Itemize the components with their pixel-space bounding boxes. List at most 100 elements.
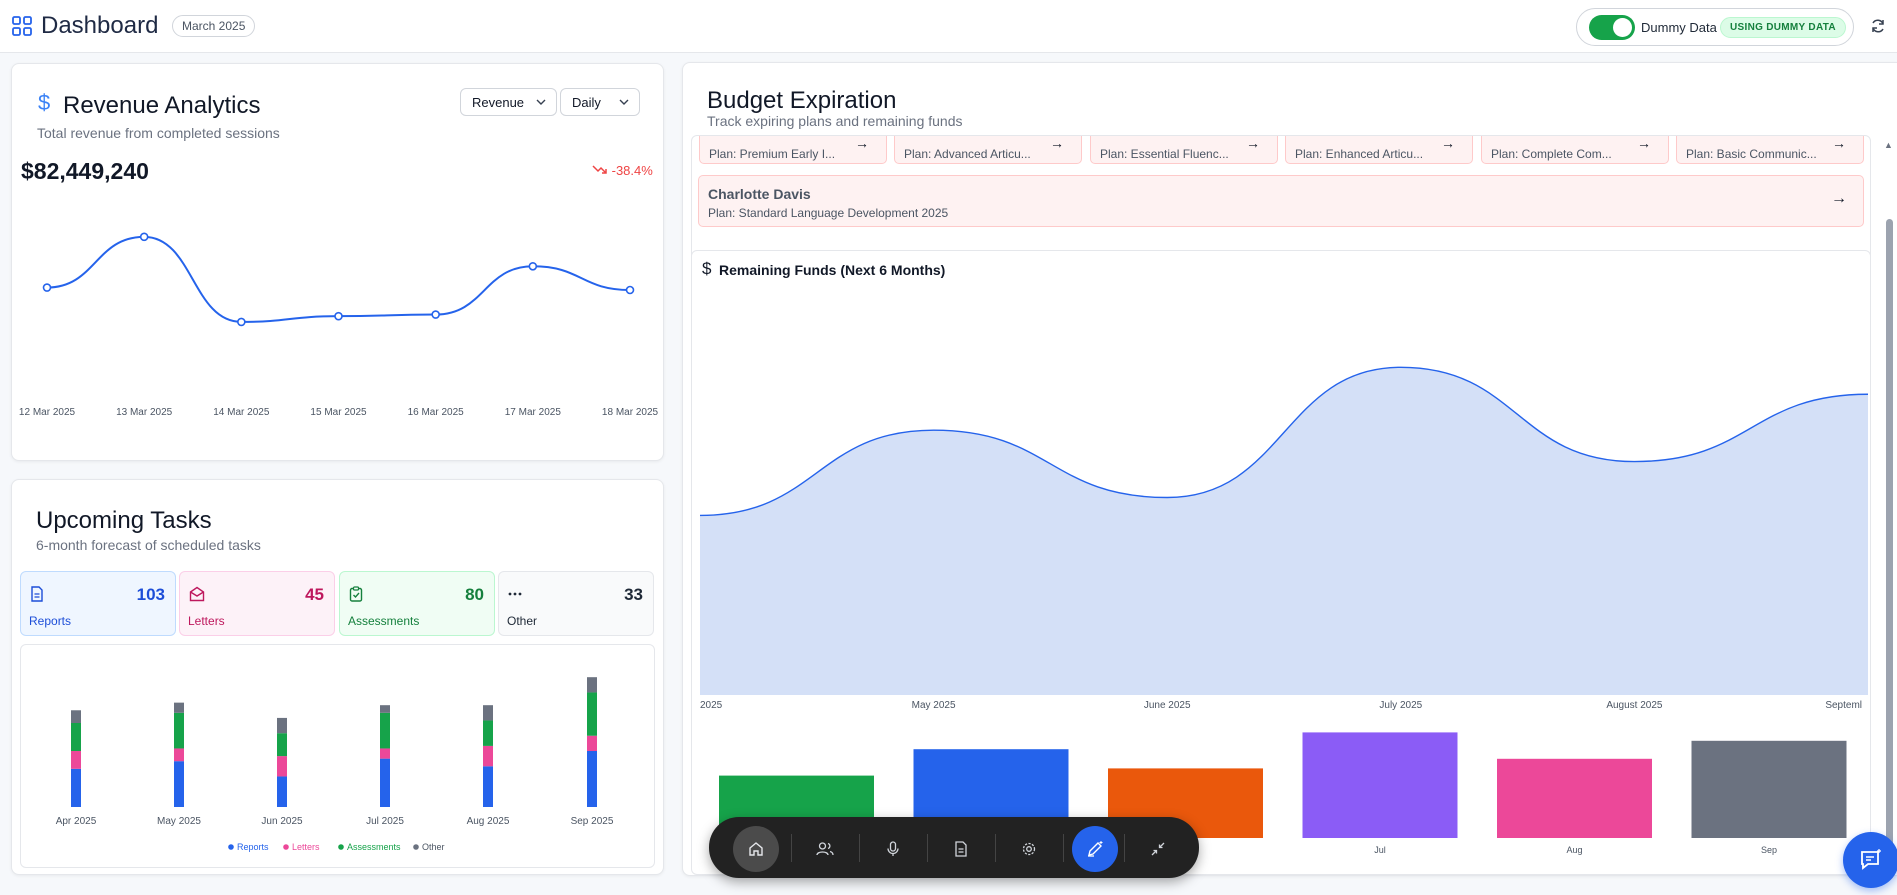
client-name: Charlotte Davis [708,186,811,202]
settings-button[interactable] [1006,826,1052,872]
arrow-right-icon: → [1637,135,1651,151]
legend-marker [413,844,419,850]
x-tick-label: Sep 2025 [571,816,614,827]
x-tick-label: Septeml [1825,700,1862,711]
x-tick-label: Jul 2025 [366,816,404,827]
document-icon [31,586,43,602]
x-tick-label: 15 Mar 2025 [310,407,367,418]
bar-segment [277,717,287,734]
bar-segment [71,710,81,723]
stat-value: 103 [136,585,165,604]
remaining-funds-panel: $ Remaining Funds (Next 6 Months) 2025 Ma… [691,250,1871,875]
microphone-icon [887,841,899,856]
legend-label: Letters [292,842,320,852]
revenue-point [431,310,440,319]
bar-segment [587,677,597,693]
x-tick-label: Apr 2025 [56,816,97,827]
floating-toolbar [709,817,1199,878]
toolbar-divider [859,834,860,862]
revenue-subtitle: Total revenue from completed sessions [37,125,280,141]
expiring-plan-item[interactable]: Charlotte Davis Plan: Standard Language … [698,175,1864,227]
collapse-button[interactable] [1135,826,1181,872]
bar-segment [380,758,390,807]
document-icon [955,841,967,857]
toolbar-divider [927,834,928,862]
stat-assessments[interactable]: 80 Assessments [339,571,495,636]
x-tick-label: Aug [1566,845,1582,855]
plan-chip[interactable]: Plan: Complete Com... → [1481,135,1669,164]
plan-chip[interactable]: Plan: Advanced Articu... → [894,136,1082,164]
clients-button[interactable] [802,826,848,872]
bar-segment [174,761,184,807]
plan-name: Plan: Standard Language Development 2025 [708,206,949,220]
metric-select[interactable]: Revenue [460,88,557,116]
arrow-right-icon: → [855,135,869,151]
bar-segment [380,712,390,749]
stat-label: Assessments [348,614,420,628]
page-title: Dashboard [41,12,159,39]
ai-writer-button[interactable] [1072,826,1118,872]
chevron-down-icon [619,99,629,105]
toggle-knob [1613,18,1632,37]
x-tick-label: 14 Mar 2025 [213,407,270,418]
budget-title: Budget Expiration [707,87,897,114]
metric-select-value: Revenue [472,95,525,110]
record-button[interactable] [870,826,916,872]
revenue-change: -38.4% [592,163,653,178]
legend-label: Reports [237,842,269,852]
legend-marker [338,844,344,850]
revenue-title: Revenue Analytics [63,92,261,119]
stat-label: Other [507,614,538,628]
x-tick-label: Aug 2025 [467,816,510,827]
funds-area [700,367,1868,695]
stat-reports[interactable]: 103 Reports [20,571,176,636]
revenue-point [625,285,635,295]
stat-value: 45 [305,585,324,604]
pen-sparkle-icon [1088,841,1103,857]
collapse-icon [1151,842,1165,856]
plan-chip[interactable]: Plan: Essential Fluenc... → [1090,136,1278,164]
clipboard-check-icon [349,586,363,602]
x-tick-label: 16 Mar 2025 [408,407,465,418]
dummy-data-control: Dummy Data USING DUMMY DATA [1576,8,1854,46]
plan-chip-text: Plan: Essential Fluenc... [1100,147,1229,161]
stat-other[interactable]: 33 Other [498,571,654,636]
dummy-data-toggle[interactable] [1589,15,1635,40]
stat-label: Letters [188,614,225,628]
x-tick-label: 12 Mar 2025 [19,407,76,418]
budget-scrollbar[interactable]: ▲ [1884,135,1894,875]
stat-value: 80 [465,585,484,604]
plan-chip[interactable]: Plan: Enhanced Articu... → [1285,136,1473,164]
bar-segment [174,748,184,762]
plan-chip[interactable]: Plan: Premium Early I... → [699,135,887,164]
stat-letters[interactable]: 45 Letters [179,571,335,636]
x-tick-label: Jul [1374,845,1386,855]
plan-chip-text: Plan: Premium Early I... [709,147,836,161]
chat-button[interactable] [1843,832,1897,888]
x-tick-label: May 2025 [157,816,201,827]
tasks-chart-container: Apr 2025 May 2025 Jun 2025 Jul 2025 Aug 2025… [20,644,655,868]
revenue-analytics-card: $ Revenue Analytics Total revenue from c… [11,63,664,461]
period-select-value: Daily [572,95,601,110]
x-tick-label: 17 Mar 2025 [505,407,562,418]
bar-segment [587,751,597,807]
refresh-icon[interactable] [1870,18,1886,34]
documents-button[interactable] [938,826,984,872]
bar-segment [587,692,597,736]
bar-segment [71,768,81,807]
scroll-up-icon[interactable]: ▲ [1884,140,1893,150]
plan-chip[interactable]: Plan: Basic Communic... → [1676,136,1864,164]
bar-segment [277,756,287,777]
dollar-icon: $ [38,90,51,115]
bar-segment [174,702,184,713]
home-button[interactable] [733,826,779,872]
budget-expiration-card: Budget Expiration Track expiring plans a… [682,62,1897,876]
legend-marker [228,844,234,850]
bar-segment [483,705,493,721]
revenue-point [42,283,52,292]
bar-segment [277,776,287,807]
chevron-down-icon [536,99,546,105]
period-select[interactable]: Daily [560,88,640,116]
scrollbar-thumb[interactable] [1886,219,1893,873]
revenue-point [334,311,343,321]
